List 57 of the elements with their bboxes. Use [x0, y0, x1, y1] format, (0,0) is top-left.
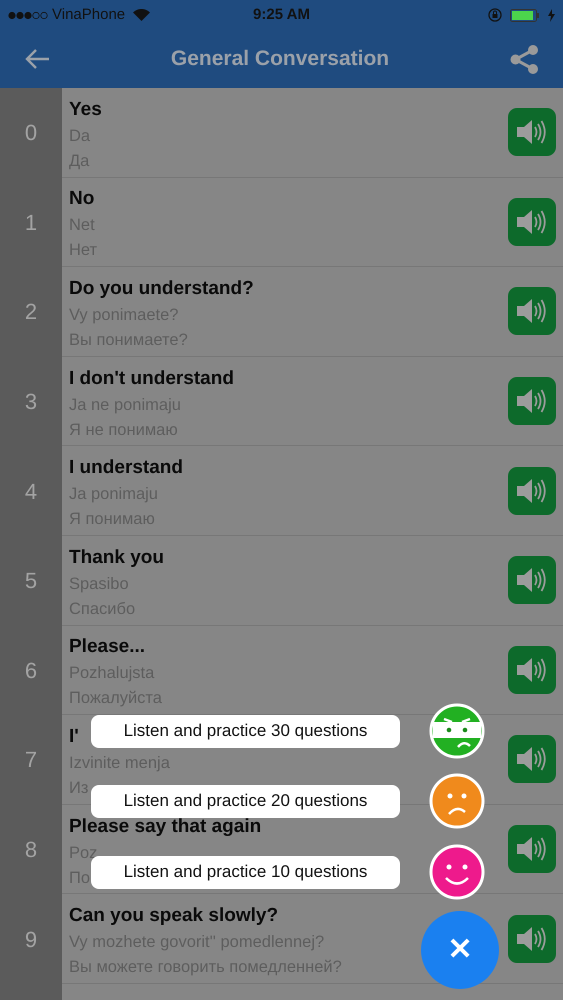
- row-number: 2: [24, 298, 38, 326]
- phrase-english: Yes: [69, 98, 102, 121]
- practice-option[interactable]: Listen and practice 20 questions: [91, 784, 400, 818]
- row-number: 8: [24, 836, 38, 864]
- speaker-icon: [516, 388, 548, 414]
- play-audio-button[interactable]: [508, 466, 556, 515]
- speaker-icon: [516, 656, 548, 683]
- back-arrow-icon[interactable]: [24, 48, 50, 70]
- charging-icon: [548, 8, 555, 22]
- screen-title: General Conversation: [170, 46, 390, 72]
- play-audio-button[interactable]: [508, 108, 556, 156]
- practice-option[interactable]: Listen and practice 10 questions: [91, 856, 400, 888]
- row-number: 5: [24, 567, 38, 596]
- phrase-english: Please...: [69, 636, 146, 658]
- row-number: 3: [24, 388, 38, 416]
- phrase-english: Can you speak slowly?: [69, 905, 278, 928]
- close-menu-button[interactable]: ✕: [421, 911, 499, 989]
- row-number: 0: [24, 119, 38, 148]
- speaker-icon: [516, 478, 548, 504]
- carrier-name: VinaPhone: [52, 4, 126, 25]
- row-number: 6: [24, 656, 38, 685]
- speaker-icon: [516, 926, 548, 952]
- phrase-english: No: [69, 188, 94, 210]
- smiling-face-icon[interactable]: [428, 843, 486, 901]
- phrase-english: Do you understand?: [69, 278, 254, 300]
- row-number: 4: [24, 478, 38, 506]
- play-audio-button[interactable]: [508, 914, 556, 963]
- practice-option[interactable]: Listen and practice 30 questions: [91, 714, 400, 748]
- speaker-icon: [516, 746, 548, 772]
- speaker-icon: [516, 567, 548, 594]
- phrase-english: I': [69, 726, 79, 748]
- speaker-icon: [516, 298, 548, 324]
- speaker-icon: [516, 836, 548, 862]
- rotation-lock-icon: [488, 8, 502, 22]
- phrase-english: I understand: [69, 457, 184, 480]
- play-audio-button[interactable]: [508, 735, 556, 784]
- masked-face-icon[interactable]: [428, 702, 486, 760]
- speaker-icon: [516, 208, 548, 235]
- battery-icon: [510, 8, 540, 22]
- wifi-icon: [133, 9, 150, 21]
- play-audio-button[interactable]: [508, 556, 556, 604]
- play-audio-button[interactable]: [508, 646, 556, 694]
- play-audio-button[interactable]: [508, 377, 556, 426]
- phrase-english: Thank you: [69, 546, 164, 569]
- speaker-icon: [516, 119, 548, 146]
- signal-icon: [8, 10, 48, 20]
- sad-face-icon[interactable]: [428, 772, 486, 830]
- row-number: 9: [24, 926, 38, 954]
- status-time: 9:25 AM: [253, 4, 310, 25]
- row-number: 1: [24, 208, 38, 237]
- play-audio-button[interactable]: [508, 825, 556, 874]
- row-number: 7: [24, 746, 38, 774]
- phrase-english: I don't understand: [69, 368, 234, 390]
- phrase-english: Please say that again: [69, 816, 262, 838]
- share-icon[interactable]: [510, 44, 539, 74]
- play-audio-button[interactable]: [508, 287, 556, 336]
- play-audio-button[interactable]: [508, 198, 556, 246]
